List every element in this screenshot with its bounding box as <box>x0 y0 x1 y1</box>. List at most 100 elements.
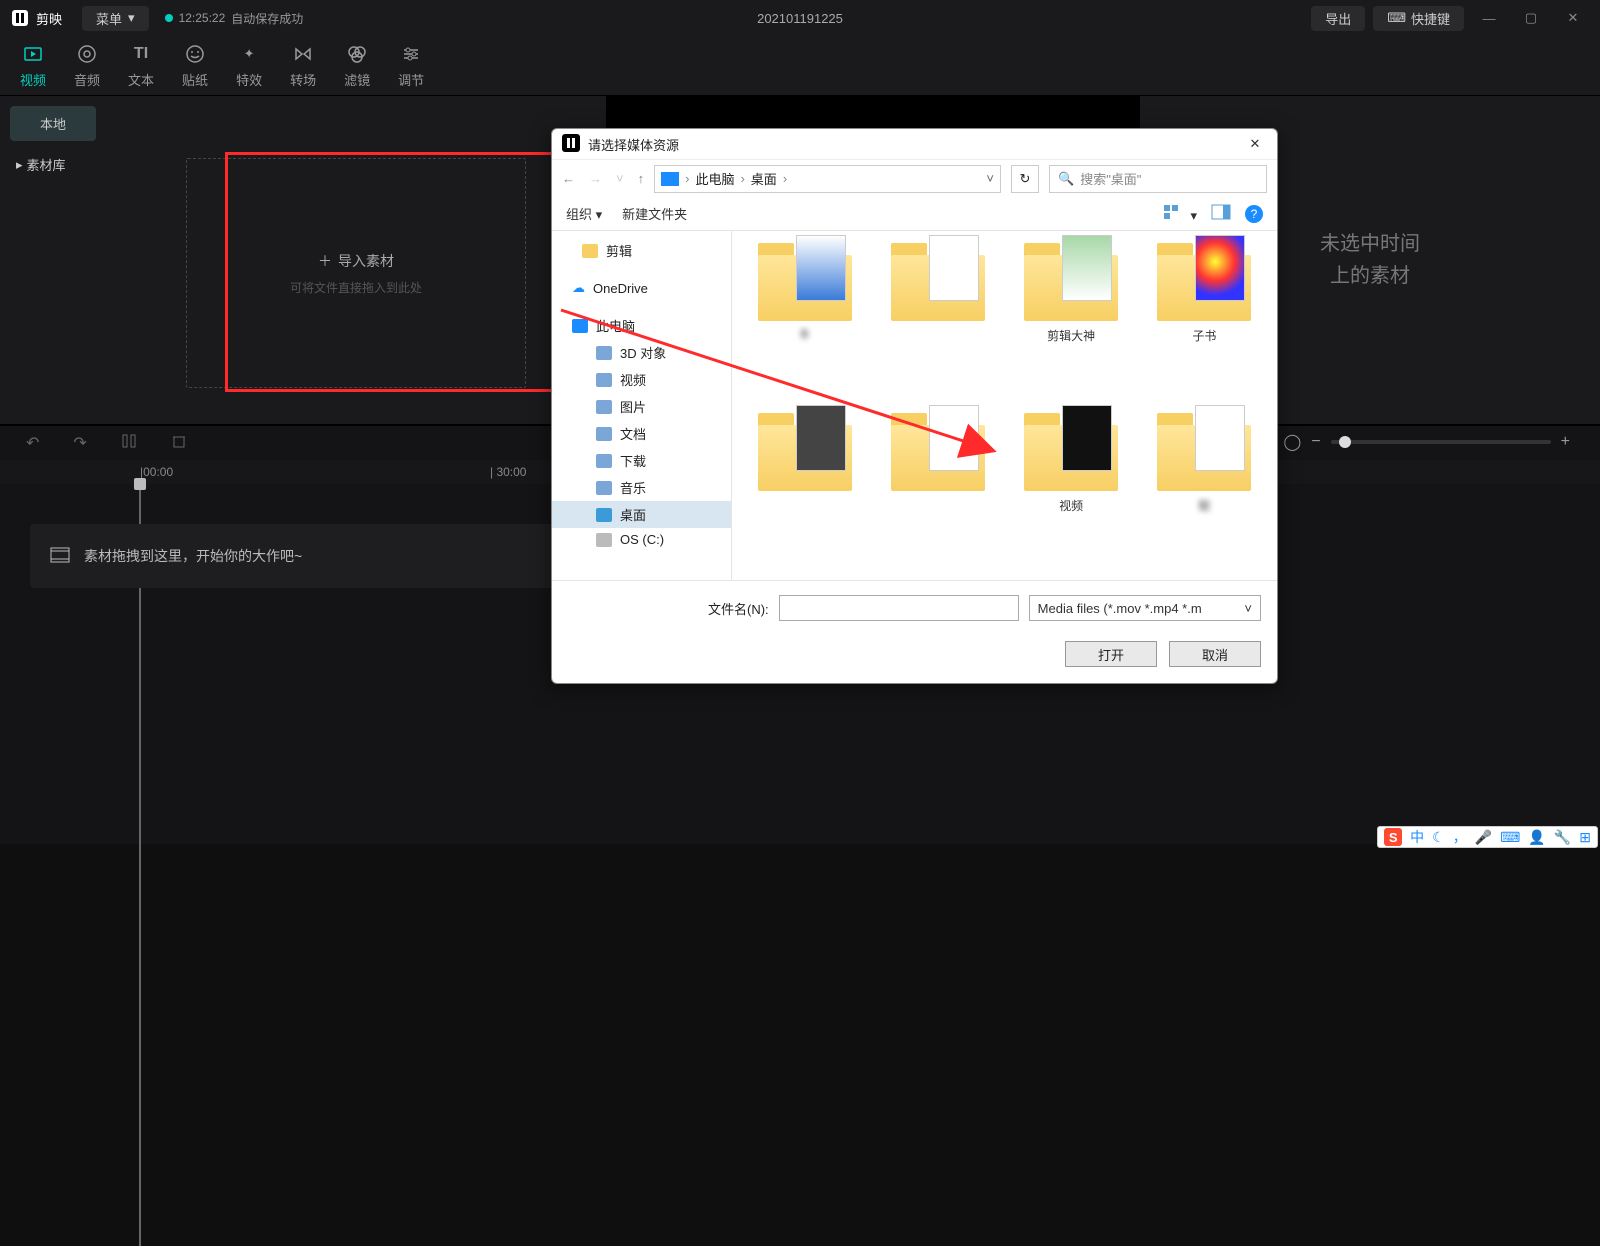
folder-item[interactable]: 子书 <box>1142 241 1267 411</box>
folder-icon <box>582 244 598 258</box>
undo-button[interactable]: ↶ <box>26 433 39 453</box>
tab-effect[interactable]: ✦特效 <box>236 42 262 89</box>
chevron-down-icon: ▾ <box>128 10 135 26</box>
open-button[interactable]: 打开 <box>1065 641 1157 667</box>
search-input[interactable]: 🔍搜索"桌面" <box>1049 165 1267 193</box>
tree-item-osc[interactable]: OS (C:) <box>552 528 731 551</box>
view-button[interactable]: ▾ <box>1163 204 1197 224</box>
search-icon: 🔍 <box>1058 171 1074 187</box>
organize-button[interactable]: 组织 ▾ <box>566 204 602 223</box>
ime-tool-icon[interactable]: 🔧 <box>1554 829 1571 846</box>
zoom-fit-icon[interactable]: ◯ <box>1283 432 1301 452</box>
sidebar-local[interactable]: 本地 <box>10 106 96 141</box>
delete-button[interactable] <box>171 433 187 454</box>
film-icon <box>50 547 70 566</box>
ime-lang[interactable]: 中 <box>1410 827 1424 847</box>
dialog-title: 请选择媒体资源 <box>588 135 679 154</box>
new-folder-button[interactable]: 新建文件夹 <box>622 204 687 223</box>
tree-item-3d[interactable]: 3D 对象 <box>552 339 731 366</box>
nav-recent-button[interactable]: ˅ <box>616 171 624 186</box>
tab-adjust[interactable]: 调节 <box>398 42 424 89</box>
tree-item-desktop[interactable]: 桌面 <box>552 501 731 528</box>
tree-item-onedrive[interactable]: ☁OneDrive <box>552 276 731 300</box>
refresh-button[interactable]: ↻ <box>1011 165 1039 193</box>
ime-user-icon[interactable]: 👤 <box>1528 829 1545 846</box>
tab-text[interactable]: TI文本 <box>128 42 154 89</box>
inspector-message: 未选中时间 上的素材 <box>1320 228 1420 292</box>
zoom-out-button[interactable]: − <box>1311 433 1320 451</box>
nav-forward-button[interactable]: → <box>589 171 602 186</box>
video-icon <box>21 42 45 66</box>
ime-grid-icon[interactable]: ⊞ <box>1579 829 1591 846</box>
folder-item[interactable]: 软 <box>1142 411 1267 580</box>
help-button[interactable]: ? <box>1245 205 1263 223</box>
split-button[interactable] <box>121 433 137 454</box>
chevron-right-icon: › <box>783 171 787 186</box>
redo-button[interactable]: ↷ <box>73 433 86 453</box>
downloads-icon <box>596 454 612 468</box>
music-icon <box>596 481 612 495</box>
menu-button[interactable]: 菜单 ▾ <box>82 6 149 31</box>
transition-icon <box>291 42 315 66</box>
tree-item-videos[interactable]: 视频 <box>552 366 731 393</box>
logo-icon <box>10 8 30 28</box>
timeline-zoom: ◯ − + <box>1283 432 1570 452</box>
tree-item-downloads[interactable]: 下载 <box>552 447 731 474</box>
ime-mic-icon[interactable]: 🎤 <box>1475 829 1492 846</box>
effect-icon: ✦ <box>237 42 261 66</box>
import-dropbox[interactable]: ＋导入素材 可将文件直接拖入到此处 <box>186 158 526 388</box>
shortcut-button[interactable]: ⌨快捷键 <box>1373 6 1464 31</box>
zoom-slider[interactable] <box>1331 440 1551 444</box>
documents-icon <box>596 427 612 441</box>
chevron-down-icon: ˅ <box>1244 601 1252 616</box>
preview-pane-button[interactable] <box>1211 204 1231 223</box>
folder-item[interactable]: 视频 <box>1009 411 1134 580</box>
minimize-button[interactable]: — <box>1472 4 1506 32</box>
nav-back-button[interactable]: ← <box>562 171 575 186</box>
tree-item-music[interactable]: 音乐 <box>552 474 731 501</box>
cancel-button[interactable]: 取消 <box>1169 641 1261 667</box>
sidebar-library[interactable]: ▸素材库 <box>10 147 96 182</box>
onedrive-icon: ☁ <box>572 280 585 296</box>
tree-item-pictures[interactable]: 图片 <box>552 393 731 420</box>
dialog-close-button[interactable]: ✕ <box>1243 132 1267 156</box>
tab-filter[interactable]: 滤镜 <box>344 42 370 89</box>
ime-keyboard-icon[interactable]: ⌨ <box>1500 829 1520 846</box>
tree-item-jianji[interactable]: 剪辑 <box>552 237 731 264</box>
maximize-button[interactable]: ▢ <box>1514 4 1548 32</box>
plus-icon: ＋ <box>318 251 332 271</box>
export-button[interactable]: 导出 <box>1311 6 1365 31</box>
dialog-nav: ← → ˅ ↑ › 此电脑 › 桌面 › ˅ ↻ 🔍搜索"桌面" <box>552 159 1277 197</box>
tab-sticker[interactable]: 贴纸 <box>182 42 208 89</box>
filetype-select[interactable]: Media files (*.mov *.mp4 *.m˅ <box>1029 595 1261 621</box>
close-button[interactable]: ✕ <box>1556 4 1590 32</box>
chevron-right-icon: ▸ <box>16 157 23 173</box>
chevron-right-icon: › <box>685 171 689 186</box>
dialog-toolbar: 组织 ▾ 新建文件夹 ▾ ? <box>552 197 1277 231</box>
folder-item[interactable]: 剪辑大神 <box>1009 241 1134 411</box>
dialog-titlebar: 请选择媒体资源 ✕ <box>552 129 1277 159</box>
zoom-in-button[interactable]: + <box>1561 433 1570 451</box>
nav-up-button[interactable]: ↑ <box>638 171 645 186</box>
tab-transition[interactable]: 转场 <box>290 42 316 89</box>
tab-audio[interactable]: 音频 <box>74 42 100 89</box>
tree-item-docs[interactable]: 文档 <box>552 420 731 447</box>
audio-icon <box>75 42 99 66</box>
text-icon: TI <box>129 42 153 66</box>
ime-comma-icon[interactable]: ， <box>1453 827 1467 847</box>
ime-moon-icon[interactable]: ☾ <box>1432 829 1445 846</box>
folder-item[interactable] <box>742 411 867 580</box>
ime-bar[interactable]: S 中 ☾ ， 🎤 ⌨ 👤 🔧 ⊞ <box>1377 826 1598 848</box>
chevron-down-icon[interactable]: ˅ <box>986 171 994 186</box>
folder-item[interactable] <box>875 411 1000 580</box>
folder-item[interactable] <box>875 241 1000 411</box>
object3d-icon <box>596 346 612 360</box>
filename-input[interactable] <box>779 595 1019 621</box>
tree-item-pc[interactable]: 此电脑 <box>552 312 731 339</box>
ime-logo-icon: S <box>1384 828 1402 846</box>
chevron-down-icon: ▾ <box>596 207 603 222</box>
file-grid: B 剪辑大神 子书 视频 软 <box>732 231 1277 580</box>
folder-item[interactable]: B <box>742 241 867 411</box>
breadcrumb[interactable]: › 此电脑 › 桌面 › ˅ <box>654 165 1001 193</box>
tab-video[interactable]: 视频 <box>20 42 46 89</box>
